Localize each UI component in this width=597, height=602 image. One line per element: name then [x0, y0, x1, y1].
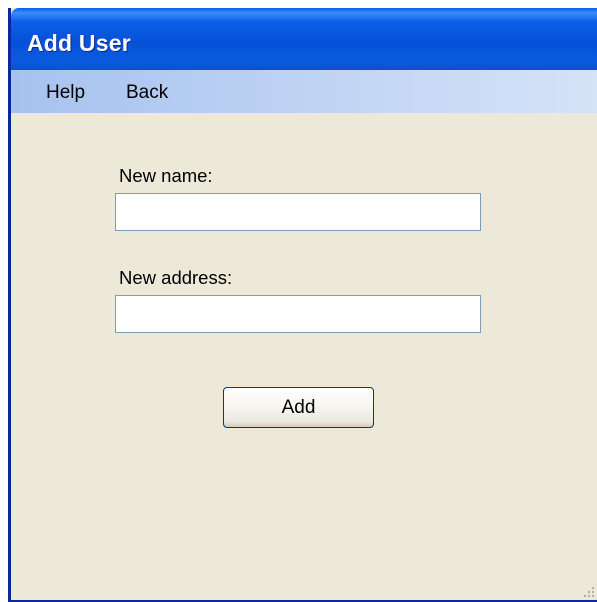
menu-item-back[interactable]: Back [126, 82, 168, 104]
window-title: Add User [27, 30, 131, 56]
new-name-label: New name: [119, 165, 213, 186]
menu-item-help[interactable]: Help [46, 82, 85, 104]
new-address-label: New address: [119, 267, 233, 288]
title-bar[interactable]: Add User [11, 8, 597, 70]
new-name-input[interactable] [115, 193, 481, 231]
add-button[interactable]: Add [223, 387, 374, 428]
menu-bar: Help Back [11, 70, 597, 113]
add-user-window: Add User Help Back New name: New address… [8, 8, 597, 602]
size-grip-icon[interactable] [582, 585, 594, 597]
new-address-input[interactable] [115, 295, 481, 333]
